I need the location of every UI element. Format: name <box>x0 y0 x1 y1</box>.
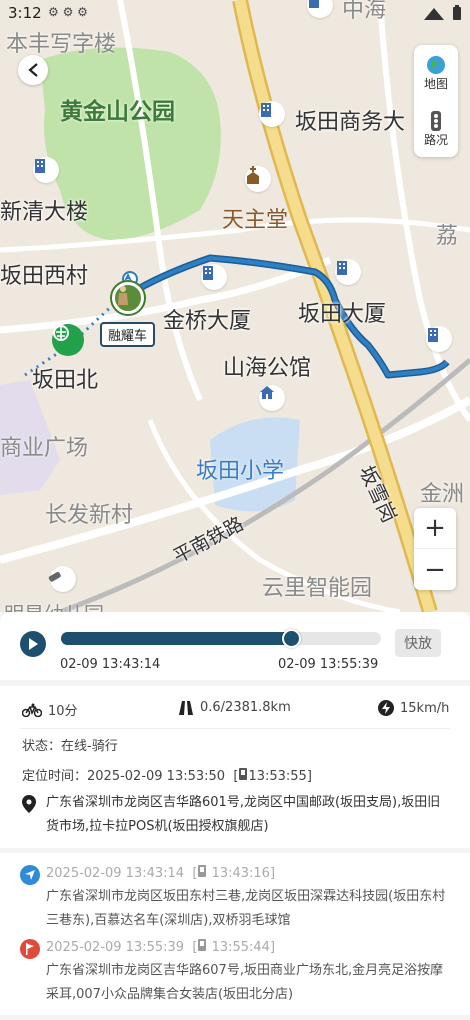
start-navigation-icon <box>20 865 40 885</box>
duration-stat: 10分 <box>22 700 78 719</box>
current-address-text: 广东省深圳市龙岗区吉华路601号,龙岗区中国邮政(坂田支局),坂田旧货市场,拉卡… <box>46 795 441 834</box>
playback-bar: 快放 02-09 13:43:14 02-09 13:55:39 <box>0 612 470 680</box>
map-label: 坂田商务大 <box>295 110 406 135</box>
playback-end-time: 02-09 13:55:39 <box>278 657 379 672</box>
globe-icon <box>427 55 445 74</box>
map-label: 商业广场 <box>0 436 89 461</box>
locate-time: 定位时间：2025-02-09 13:53:50 [13:53:55] <box>22 765 312 784</box>
fast-forward-button[interactable]: 快放 <box>395 629 441 657</box>
start-address: 广东省深圳市龙岗区坂田东村三巷,龙岗区坂田深霖达科技园(坂田东村三巷东),百慕达… <box>46 889 446 928</box>
start-time: 2025-02-09 13:43:14 [ 13:43:16] <box>46 865 276 881</box>
map-label: 明星幼儿园 <box>4 598 104 612</box>
playback-slider-handle[interactable] <box>282 629 302 648</box>
church-icon <box>245 166 271 192</box>
building-icon <box>201 264 227 290</box>
speed-value: 15km/h <box>400 700 450 716</box>
end-flag-icon <box>20 939 40 959</box>
route-card: 2025-02-09 13:43:14 [ 13:43:16] 广东省深圳市龙岗… <box>0 853 470 1015</box>
location-pin-icon <box>22 795 36 813</box>
traffic-layer-label: 路况 <box>423 132 448 147</box>
vehicle-avatar[interactable] <box>112 282 144 314</box>
gps-time: [13:53:55] <box>229 768 312 784</box>
status-text: 状态：在线-骑行 <box>22 739 118 754</box>
playback-slider[interactable] <box>61 629 381 648</box>
house-icon <box>259 385 285 411</box>
lightning-icon <box>378 700 394 716</box>
signal-icon <box>424 6 444 24</box>
map-layer-label: 地图 <box>423 76 448 91</box>
map-label-park: 黄金山公园 <box>60 99 175 125</box>
map-label: 天主堂 <box>222 208 289 233</box>
playback-progress-fill <box>61 632 292 645</box>
traffic-layer-button[interactable]: 路况 <box>414 101 458 157</box>
locate-time-label: 定位时间：2025-02-09 13:53:50 <box>22 769 226 784</box>
map-label: 坂田北 <box>32 368 99 393</box>
road-icon <box>179 700 193 715</box>
map-label: 金桥大厦 <box>163 309 252 334</box>
map-view[interactable]: 本丰写字楼 黄金山公园 坂田商务大 新清大楼 天主堂 荔 坂田西村 金桥大厦 坂… <box>0 0 470 612</box>
back-button[interactable] <box>18 55 48 85</box>
map-label: 坂田西村 <box>0 264 89 289</box>
map-label: 本丰写字楼 <box>6 32 117 57</box>
building-icon <box>335 259 361 285</box>
end-address: 广东省深圳市龙岗区吉华路607号,坂田商业广场东北,金月亮足浴按摩采耳,007小… <box>46 963 444 1002</box>
map-label: 金洲 <box>420 482 465 507</box>
duration-value: 10分 <box>48 704 78 719</box>
notification-icons: ⚙ ⚙ ⚙ <box>48 5 88 19</box>
play-icon <box>29 638 38 650</box>
zoom-controls: + − <box>414 508 456 590</box>
end-time: 2025-02-09 13:55:39 [ 13:55:44] <box>46 939 276 955</box>
locate-gps-value: 13:53:55 <box>248 769 307 784</box>
metro-station-icon <box>52 324 84 356</box>
route-end-point: 2025-02-09 13:55:39 [ 13:55:44] 广东省深圳市龙岗… <box>20 937 450 1007</box>
trip-info-card: 10分 0.6/2381.8km 15km/h 状态：在线-骑行 定位时间：20… <box>0 686 470 848</box>
building-icon <box>259 101 285 127</box>
distance-stat: 0.6/2381.8km <box>178 700 291 715</box>
map-layer-button[interactable]: 地图 <box>414 45 458 101</box>
battery-icon <box>452 5 462 25</box>
building-icon <box>426 326 452 352</box>
zoom-out-button[interactable]: − <box>414 549 456 590</box>
map-label: 坂田大厦 <box>298 302 387 327</box>
chevron-left-icon <box>28 63 38 77</box>
traffic-light-icon <box>431 110 441 131</box>
map-label: 坂田小学 <box>196 459 285 484</box>
device-icon <box>198 865 207 877</box>
vehicle-name-label: 融耀车 <box>100 322 156 347</box>
divider <box>20 728 450 729</box>
map-label: 新清大楼 <box>0 200 89 225</box>
distance-value: 0.6/2381.8km <box>200 700 291 715</box>
map-layer-controls: 地图 路况 <box>414 45 458 157</box>
map-label: 山海公馆 <box>223 356 312 381</box>
device-icon <box>198 939 207 951</box>
building-icon <box>33 157 59 183</box>
map-label: 荔 <box>436 224 459 249</box>
map-label: 长发新村 <box>45 503 134 528</box>
playback-start-time: 02-09 13:43:14 <box>60 657 161 672</box>
current-address: 广东省深圳市龙岗区吉华路601号,龙岗区中国邮政(坂田支局),坂田旧货市场,拉卡… <box>22 791 452 839</box>
zoom-in-button[interactable]: + <box>414 508 456 549</box>
map-label: 云里智能园 <box>262 576 373 601</box>
status-time: 3:12 <box>8 4 42 22</box>
play-button[interactable] <box>20 631 46 657</box>
device-icon <box>239 768 248 780</box>
bicycle-icon <box>22 703 42 717</box>
route-start-point: 2025-02-09 13:43:14 [ 13:43:16] 广东省深圳市龙岗… <box>20 863 450 933</box>
status-bar: 3:12 ⚙ ⚙ ⚙ <box>0 0 470 28</box>
speed-stat: 15km/h <box>378 700 449 716</box>
